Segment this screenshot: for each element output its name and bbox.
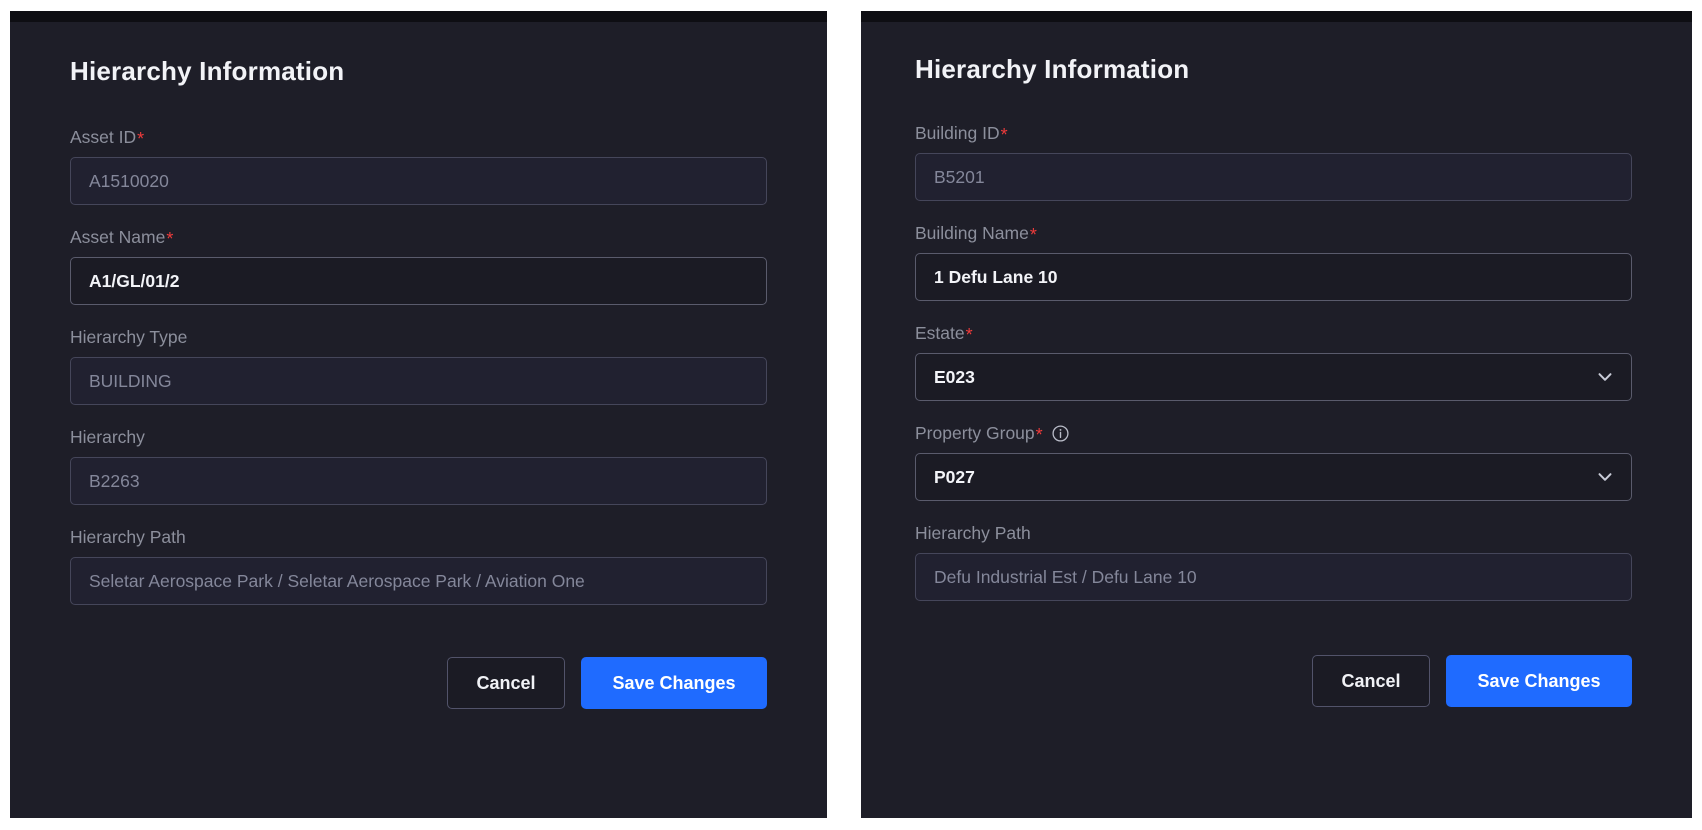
- asset-id-input[interactable]: A1510020: [70, 157, 767, 205]
- field-label-text: Hierarchy: [70, 427, 145, 447]
- field-value: Seletar Aerospace Park / Seletar Aerospa…: [89, 570, 585, 591]
- page-title: Hierarchy Information: [915, 54, 1190, 84]
- field-label-text: Building Name: [915, 223, 1029, 243]
- screen: Hierarchy Information Asset ID * A151002…: [0, 0, 1702, 830]
- field-label-text: Hierarchy Path: [915, 523, 1031, 543]
- required-marker-icon: *: [1029, 225, 1037, 245]
- hierarchy-input[interactable]: B2263: [70, 457, 767, 505]
- required-marker-icon: *: [1035, 425, 1043, 445]
- field-value: B2263: [89, 470, 140, 491]
- cancel-button[interactable]: Cancel: [1312, 655, 1430, 707]
- building-name-input[interactable]: 1 Defu Lane 10: [915, 253, 1632, 301]
- hierarchy-information-dialog-right: Hierarchy Information Building ID * B520…: [861, 11, 1692, 818]
- field-value: B5201: [934, 166, 985, 187]
- field-asset-name: Asset Name * A1/GL/01/2: [70, 227, 767, 305]
- field-building-name: Building Name * 1 Defu Lane 10: [915, 223, 1632, 301]
- chevron-down-icon[interactable]: [1595, 467, 1615, 487]
- estate-select[interactable]: E023: [915, 353, 1632, 401]
- field-label-text: Building ID: [915, 123, 1000, 143]
- field-estate: Estate * E023: [915, 323, 1632, 401]
- field-hierarchy-path: Hierarchy Path Defu Industrial Est / Def…: [915, 523, 1632, 601]
- required-marker-icon: *: [965, 325, 973, 345]
- field-hierarchy: Hierarchy B2263: [70, 427, 767, 505]
- required-marker-icon: *: [166, 229, 174, 249]
- field-value: BUILDING: [89, 370, 172, 391]
- field-label-text: Asset ID: [70, 127, 137, 147]
- hierarchy-type-input[interactable]: BUILDING: [70, 357, 767, 405]
- field-label: Property Group *: [915, 423, 1632, 445]
- dialog-body: Hierarchy Information Building ID * B520…: [861, 22, 1692, 707]
- page-title: Hierarchy Information: [70, 56, 345, 86]
- required-marker-icon: *: [137, 129, 145, 149]
- field-label-text: Asset Name: [70, 227, 166, 247]
- field-value: A1/GL/01/2: [89, 270, 180, 291]
- field-building-id: Building ID * B5201: [915, 123, 1632, 201]
- cancel-button[interactable]: Cancel: [447, 657, 565, 709]
- field-label: Asset Name *: [70, 227, 767, 249]
- asset-name-input[interactable]: A1/GL/01/2: [70, 257, 767, 305]
- field-label-text: Property Group: [915, 423, 1035, 443]
- info-icon[interactable]: [1052, 424, 1069, 442]
- dialog-actions: Cancel Save Changes: [915, 655, 1632, 707]
- save-changes-button[interactable]: Save Changes: [1446, 655, 1632, 707]
- dialog-body: Hierarchy Information Asset ID * A151002…: [10, 22, 827, 709]
- field-label: Hierarchy Path: [70, 527, 767, 547]
- field-asset-id: Asset ID * A1510020: [70, 127, 767, 205]
- field-value: A1510020: [89, 170, 169, 191]
- field-value: E023: [934, 366, 975, 387]
- dialog-actions: Cancel Save Changes: [70, 657, 767, 709]
- property-group-select[interactable]: P027: [915, 453, 1632, 501]
- field-value: Defu Industrial Est / Defu Lane 10: [934, 566, 1197, 587]
- hierarchy-path-input[interactable]: Defu Industrial Est / Defu Lane 10: [915, 553, 1632, 601]
- field-value: 1 Defu Lane 10: [934, 266, 1058, 287]
- field-label: Building Name *: [915, 223, 1632, 245]
- field-label: Hierarchy Type: [70, 327, 767, 347]
- building-id-input[interactable]: B5201: [915, 153, 1632, 201]
- field-label: Asset ID *: [70, 127, 767, 149]
- field-label: Hierarchy: [70, 427, 767, 447]
- field-property-group: Property Group * P027: [915, 423, 1632, 501]
- field-hierarchy-type: Hierarchy Type BUILDING: [70, 327, 767, 405]
- field-label-text: Hierarchy Type: [70, 327, 188, 347]
- required-marker-icon: *: [1000, 125, 1008, 145]
- chevron-down-icon[interactable]: [1595, 367, 1615, 387]
- field-label: Building ID *: [915, 123, 1632, 145]
- save-changes-button[interactable]: Save Changes: [581, 657, 767, 709]
- field-label: Hierarchy Path: [915, 523, 1632, 543]
- hierarchy-path-input[interactable]: Seletar Aerospace Park / Seletar Aerospa…: [70, 557, 767, 605]
- field-label-text: Hierarchy Path: [70, 527, 186, 547]
- hierarchy-information-dialog-left: Hierarchy Information Asset ID * A151002…: [10, 11, 827, 818]
- field-label: Estate *: [915, 323, 1632, 345]
- field-value: P027: [934, 466, 975, 487]
- field-label-text: Estate: [915, 323, 965, 343]
- field-hierarchy-path: Hierarchy Path Seletar Aerospace Park / …: [70, 527, 767, 605]
